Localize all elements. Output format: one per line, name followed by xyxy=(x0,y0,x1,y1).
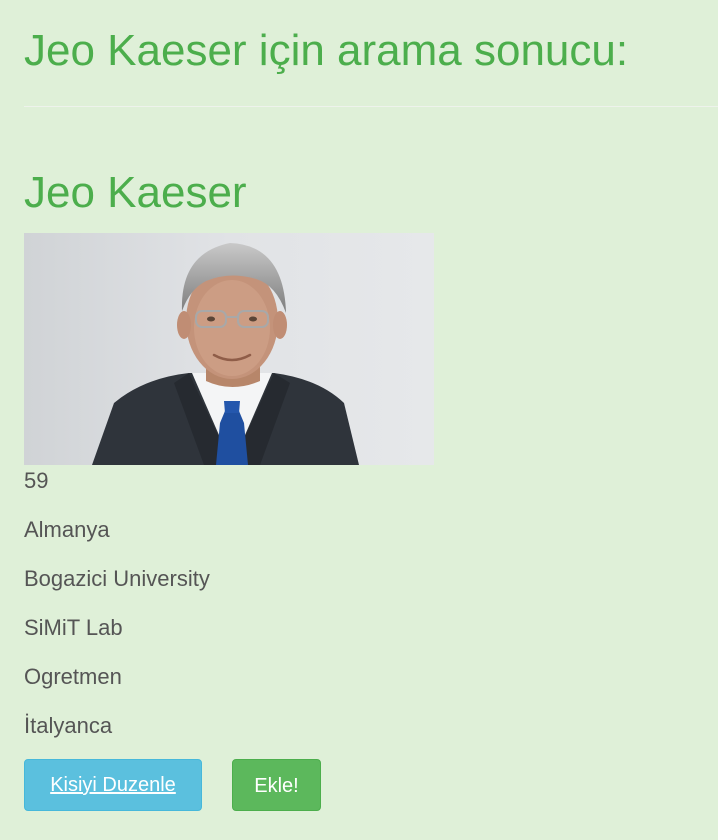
person-name: Jeo Kaeser xyxy=(24,168,247,217)
person-country: Almanya xyxy=(24,517,110,542)
divider xyxy=(24,106,718,107)
search-result-heading: Jeo Kaeser için arama sonucu: xyxy=(24,26,629,75)
edit-person-button[interactable]: Kisiyi Duzenle xyxy=(24,759,202,811)
person-age: 59 xyxy=(24,468,49,493)
person-photo xyxy=(24,233,434,465)
person-university: Bogazici University xyxy=(24,566,210,591)
person-language: İtalyanca xyxy=(24,713,113,738)
person-lab: SiMiT Lab xyxy=(24,615,123,640)
search-result-page: Jeo Kaeser için arama sonucu: Jeo Kaeser xyxy=(0,0,718,840)
add-button[interactable]: Ekle! xyxy=(232,759,321,811)
person-role: Ogretmen xyxy=(24,664,122,689)
